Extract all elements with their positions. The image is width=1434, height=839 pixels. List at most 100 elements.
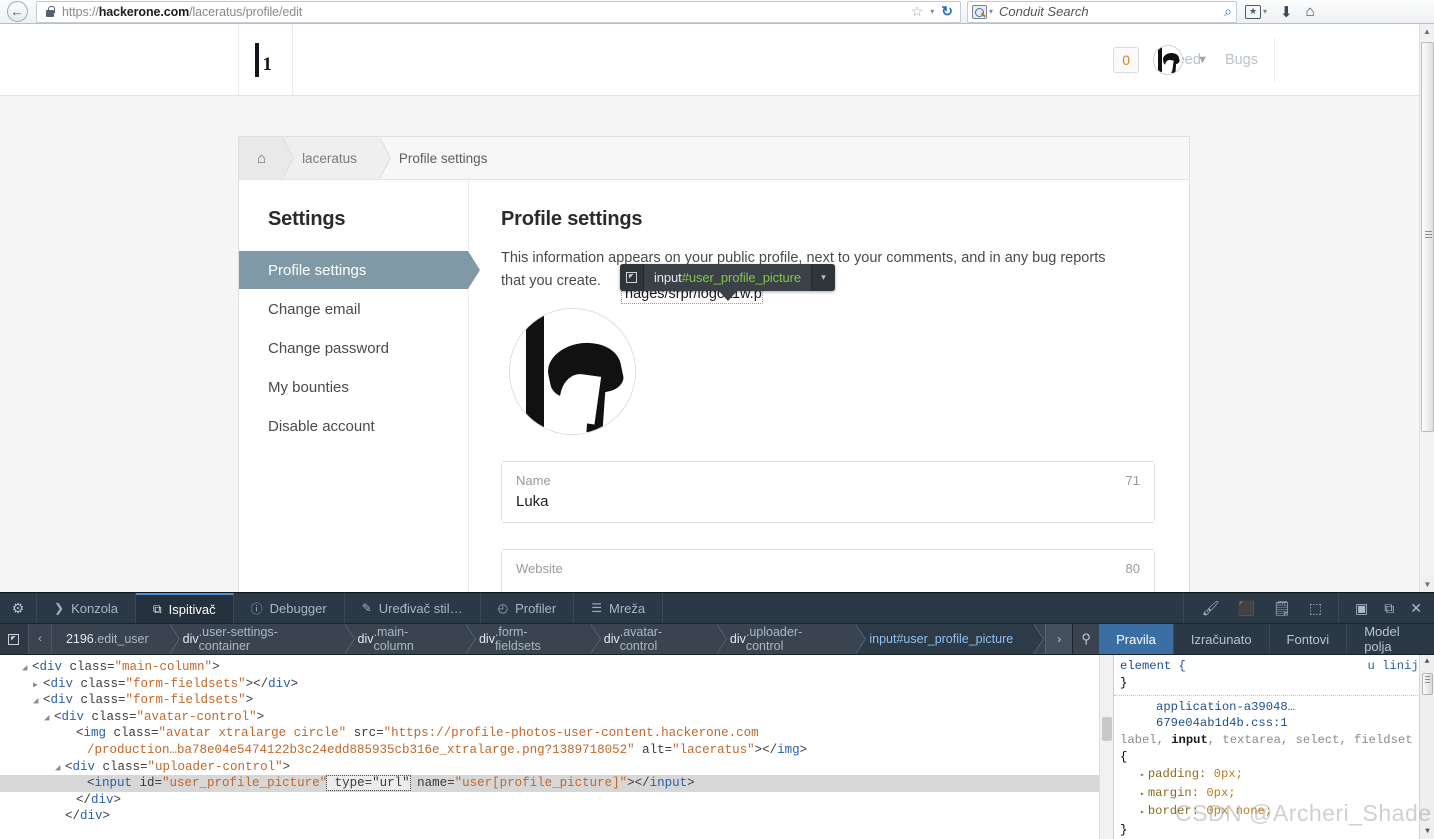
declaration-property[interactable]: margin bbox=[1148, 786, 1192, 800]
tab-ispitivac[interactable]: ⧉ Ispitivač bbox=[136, 593, 234, 623]
code-attr-value[interactable]: "laceratus" bbox=[672, 743, 755, 757]
twisty-open-icon[interactable] bbox=[33, 693, 43, 710]
stylesheet-link-1[interactable]: application-a39048…679e04ab1d4b.css:1 bbox=[1156, 700, 1295, 731]
search-submit-icon[interactable]: ⌕ bbox=[1224, 3, 1232, 20]
declaration-border[interactable]: ▸ border: 0px none; bbox=[1120, 803, 1426, 822]
search-provider-dropdown-icon[interactable]: ▾ bbox=[989, 7, 993, 16]
dom-crumb-form-fieldsets[interactable]: div .form-fieldsets bbox=[464, 624, 601, 654]
dom-tree-pane[interactable]: <div class="main-column"><div class="for… bbox=[0, 655, 1113, 839]
twisty-open-icon[interactable] bbox=[55, 760, 65, 777]
dom-crumb-user-profile-picture[interactable]: input #user_profile_picture bbox=[855, 624, 1045, 654]
detach-window-icon[interactable]: ⧉ bbox=[1384, 600, 1394, 617]
search-input-placeholder[interactable]: Conduit Search bbox=[999, 4, 1089, 19]
bookmarks-menu-button[interactable]: ★ ▾ bbox=[1245, 4, 1267, 19]
declaration-value[interactable]: 0px; bbox=[1206, 786, 1235, 800]
close-devtools-icon[interactable]: ✕ bbox=[1410, 600, 1422, 617]
notification-count-badge[interactable]: 0 bbox=[1113, 46, 1140, 73]
tab-konzola[interactable]: ❯ Konzola bbox=[37, 593, 137, 623]
dom-crumb-uploader-control[interactable]: div .uploader-control bbox=[715, 624, 867, 654]
name-field-input[interactable]: Luka bbox=[516, 493, 549, 510]
tab-profiler[interactable]: ◴ Profiler bbox=[481, 593, 575, 623]
element-rule-selector[interactable]: element { bbox=[1120, 659, 1186, 673]
profile-avatar-image[interactable] bbox=[509, 307, 636, 435]
dom-search-icon[interactable]: ⚲ bbox=[1072, 624, 1100, 654]
code-attr-value[interactable]: "user_profile_picture" bbox=[162, 776, 327, 790]
reload-icon[interactable]: ↻ bbox=[941, 3, 953, 20]
tab-debugger[interactable]: ⓘ Debugger bbox=[234, 593, 345, 623]
declaration-property[interactable]: padding bbox=[1148, 767, 1199, 781]
fonts-tab[interactable]: Fontovi bbox=[1270, 624, 1348, 654]
dom-code-line[interactable]: </div> bbox=[0, 792, 1113, 809]
devtools-settings-gear-icon[interactable]: ⚙ bbox=[0, 593, 37, 623]
element-picker-icon[interactable] bbox=[620, 264, 644, 291]
breadcrumb-home[interactable]: ⌂ bbox=[239, 137, 295, 179]
dom-pane-scrollbar[interactable] bbox=[1099, 655, 1113, 839]
scroll-up-arrow-icon[interactable]: ▲ bbox=[1420, 24, 1434, 39]
hackerone-logo[interactable]: 1 bbox=[238, 24, 293, 95]
paintbrush-icon[interactable]: 🖌 bbox=[1202, 600, 1220, 617]
declaration-property[interactable]: border bbox=[1148, 804, 1192, 818]
twisty-open-icon[interactable] bbox=[22, 660, 32, 677]
notepad-icon[interactable]: 🗒 bbox=[1273, 600, 1291, 617]
rule-selector-list[interactable]: label, input, textarea, select, fieldset bbox=[1120, 732, 1426, 749]
dom-code-line[interactable]: <input id="user_profile_picture" type="u… bbox=[0, 775, 1113, 792]
dom-code-line[interactable]: <img class="avatar xtralarge circle" src… bbox=[0, 725, 1113, 742]
bookmark-dropdown-icon[interactable]: ▾ bbox=[930, 7, 934, 16]
page-scrollbar[interactable]: ▲ ▼ bbox=[1419, 24, 1434, 592]
css-rules-pane[interactable]: element { u liniji } application-a39048…… bbox=[1113, 655, 1434, 839]
address-bar[interactable]: https://hackerone.com/laceratus/profile/… bbox=[36, 0, 961, 23]
dom-code-line[interactable]: <div class="main-column"> bbox=[0, 659, 1113, 676]
nav-link-bugs[interactable]: Bugs bbox=[1225, 52, 1258, 68]
breadcrumb-item-laceratus[interactable]: laceratus bbox=[282, 137, 391, 179]
rules-pane-scrollbar[interactable]: ▲ ▼ bbox=[1419, 655, 1434, 839]
box-icon[interactable]: ⬛ bbox=[1238, 600, 1255, 617]
dom-code-line[interactable]: <div class="form-fieldsets"></div> bbox=[0, 676, 1113, 693]
twisty-open-icon[interactable] bbox=[44, 710, 54, 727]
dom-crumb-user-settings-container[interactable]: div .user-settings-container bbox=[168, 624, 355, 654]
sidebar-item-change-email[interactable]: Change email bbox=[239, 290, 468, 328]
computed-tab[interactable]: Izračunato bbox=[1174, 624, 1270, 654]
bookmark-star-icon[interactable]: ☆ bbox=[911, 3, 924, 20]
name-fieldset[interactable]: Name 71 Luka bbox=[501, 460, 1155, 523]
website-fieldset[interactable]: Website 80 bbox=[501, 548, 1155, 592]
declaration-padding[interactable]: ▸ padding: 0px; bbox=[1120, 766, 1426, 785]
user-avatar-small[interactable] bbox=[1153, 44, 1184, 75]
rules-scroll-up-icon[interactable]: ▲ bbox=[1420, 655, 1434, 669]
scroll-down-arrow-icon[interactable]: ▼ bbox=[1420, 577, 1434, 592]
dom-code-line[interactable]: <div class="form-fieldsets"> bbox=[0, 692, 1113, 709]
sidebar-item-profile-settings[interactable]: Profile settings bbox=[239, 251, 480, 289]
code-attr-value[interactable]: "form-fieldsets" bbox=[126, 677, 246, 691]
dom-crumb-avatar-control[interactable]: div .avatar-control bbox=[589, 624, 727, 654]
screenshot-icon[interactable]: ⬚ bbox=[1309, 600, 1322, 617]
page-scrollbar-thumb[interactable] bbox=[1421, 42, 1434, 432]
tab-network[interactable]: ☰ Mreža bbox=[574, 593, 664, 623]
element-picker-button[interactable] bbox=[0, 624, 29, 654]
highlight-dropdown-icon[interactable]: ▾ bbox=[811, 264, 836, 291]
home-icon[interactable]: ⌂ bbox=[1306, 3, 1315, 20]
code-attr-value[interactable]: "main-column" bbox=[115, 660, 213, 674]
code-attr-value[interactable]: "user[profile_picture]" bbox=[455, 776, 628, 790]
dom-code-line[interactable]: </div> bbox=[0, 808, 1113, 825]
code-attr-value[interactable]: "avatar xtralarge circle" bbox=[159, 726, 347, 740]
dom-code-line[interactable]: <div class="uploader-control"> bbox=[0, 759, 1113, 776]
code-attr-value[interactable]: "form-fieldsets" bbox=[126, 693, 246, 707]
declaration-value[interactable]: 0px none; bbox=[1206, 804, 1272, 818]
downloads-icon[interactable]: ⬇ bbox=[1280, 3, 1293, 21]
expander-triangle-icon[interactable]: ▸ bbox=[1140, 790, 1145, 799]
browser-search-box[interactable]: ▾ Conduit Search ⌕ bbox=[967, 0, 1237, 23]
declaration-value[interactable]: 0px; bbox=[1214, 767, 1243, 781]
expander-triangle-icon[interactable]: ▸ bbox=[1140, 808, 1145, 817]
declaration-margin[interactable]: ▸ margin: 0px; bbox=[1120, 785, 1426, 804]
rules-scroll-down-icon[interactable]: ▼ bbox=[1420, 825, 1434, 839]
dock-side-icon[interactable]: ▣ bbox=[1355, 600, 1368, 617]
back-button[interactable]: ← bbox=[2, 1, 32, 23]
dom-crumb-edit-user[interactable]: 2196 .edit_user bbox=[51, 624, 180, 654]
dom-code-line[interactable]: /production…ba78e04e5474122b3c24edd88593… bbox=[0, 742, 1113, 759]
box-model-tab[interactable]: Model polja bbox=[1347, 624, 1434, 654]
dom-crumb-main-column[interactable]: div .main-column bbox=[343, 624, 476, 654]
code-attr-value[interactable]: /production…ba78e04e5474122b3c24edd88593… bbox=[87, 743, 635, 757]
expander-triangle-icon[interactable]: ▸ bbox=[1140, 771, 1145, 780]
sidebar-item-change-password[interactable]: Change password bbox=[239, 329, 468, 367]
code-attr-value[interactable]: "https://profile-photos-user-content.hac… bbox=[384, 726, 759, 740]
rules-tab[interactable]: Pravila bbox=[1099, 624, 1174, 654]
